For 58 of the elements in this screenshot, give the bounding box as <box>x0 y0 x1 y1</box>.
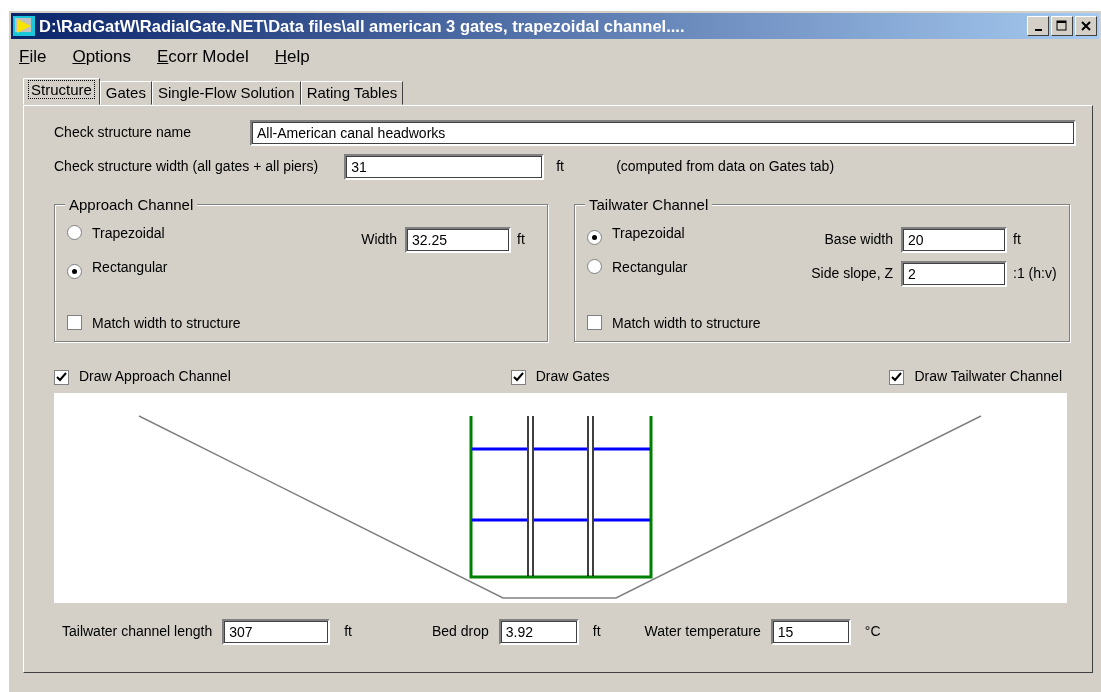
menu-item[interactable]: Ecorr Model <box>157 44 249 70</box>
number-field[interactable]: 307 <box>222 618 331 645</box>
radio-label: Rectangular <box>612 258 688 275</box>
close-icon <box>1080 20 1092 32</box>
checkbox-label: Match width to structure <box>92 314 241 331</box>
field-label: Base width <box>823 230 893 249</box>
number-field[interactable]: 15 <box>770 618 851 645</box>
checkbox-label: Draw Tailwater Channel <box>914 367 1062 384</box>
checkbox-label: Draw Approach Channel <box>79 367 231 384</box>
unit-label: :1 (h:v) <box>1013 264 1057 283</box>
number-field[interactable]: 20 <box>901 226 1007 253</box>
field-label: Tailwater channel length <box>62 622 213 641</box>
radio-label: Trapezoidal <box>612 224 685 241</box>
radio-label: Rectangular <box>92 258 168 275</box>
checkbox-label: Match width to structure <box>612 314 761 331</box>
structure-name-field[interactable]: All-American canal headworks <box>250 119 1076 146</box>
checkbox[interactable] <box>889 369 905 385</box>
radio-button[interactable] <box>587 229 602 245</box>
minimize-button[interactable] <box>1027 16 1049 36</box>
radio-button[interactable] <box>67 263 82 279</box>
structure-width-field[interactable]: 31 <box>344 153 545 180</box>
field-label: Bed drop <box>432 622 489 641</box>
field-label: Check structure width (all gates + all piers) <box>54 157 319 176</box>
note-text: (computed from data on Gates tab) <box>616 157 835 176</box>
tab[interactable]: Structure <box>23 77 100 105</box>
radio-button[interactable] <box>67 224 82 240</box>
field-label: Side slope, Z <box>810 264 893 283</box>
checkbox[interactable] <box>587 314 602 330</box>
field-label: Water temperature <box>644 622 761 641</box>
radio-button[interactable] <box>587 258 602 274</box>
menu-item[interactable]: File <box>19 44 47 70</box>
tab[interactable]: Rating Tables <box>300 80 404 105</box>
number-field[interactable]: 32.25 <box>405 226 511 253</box>
checkbox-label: Draw Gates <box>535 367 610 384</box>
checkbox[interactable] <box>67 314 82 330</box>
checkbox[interactable] <box>54 369 69 385</box>
window-title: D:\RadGatW\RadialGate.NET\Data files\all american 3 gates, trapezoidal channel.... <box>39 15 686 37</box>
radio-label: Trapezoidal <box>92 224 165 241</box>
unit-label: ft <box>517 230 525 249</box>
number-field[interactable]: 2 <box>901 260 1007 287</box>
unit-label: °C <box>864 622 881 641</box>
field-label: Width <box>360 230 397 249</box>
checkbox[interactable] <box>510 369 526 385</box>
field-label: Check structure name <box>54 123 192 142</box>
close-button[interactable] <box>1075 16 1097 36</box>
maximize-icon <box>1056 20 1068 32</box>
menu-item[interactable]: Options <box>72 44 131 70</box>
unit-label: ft <box>592 622 601 641</box>
tab[interactable]: Single-Flow Solution <box>151 80 301 105</box>
unit-label: ft <box>344 622 352 641</box>
unit-label: ft <box>1013 230 1021 249</box>
tab[interactable]: Gates <box>99 80 152 105</box>
number-field[interactable]: 3.92 <box>498 618 579 645</box>
minimize-icon <box>1034 29 1042 31</box>
maximize-button[interactable] <box>1051 16 1073 36</box>
menu-item[interactable]: Help <box>274 44 310 70</box>
app-icon <box>13 16 35 36</box>
unit-label: ft <box>556 157 565 176</box>
